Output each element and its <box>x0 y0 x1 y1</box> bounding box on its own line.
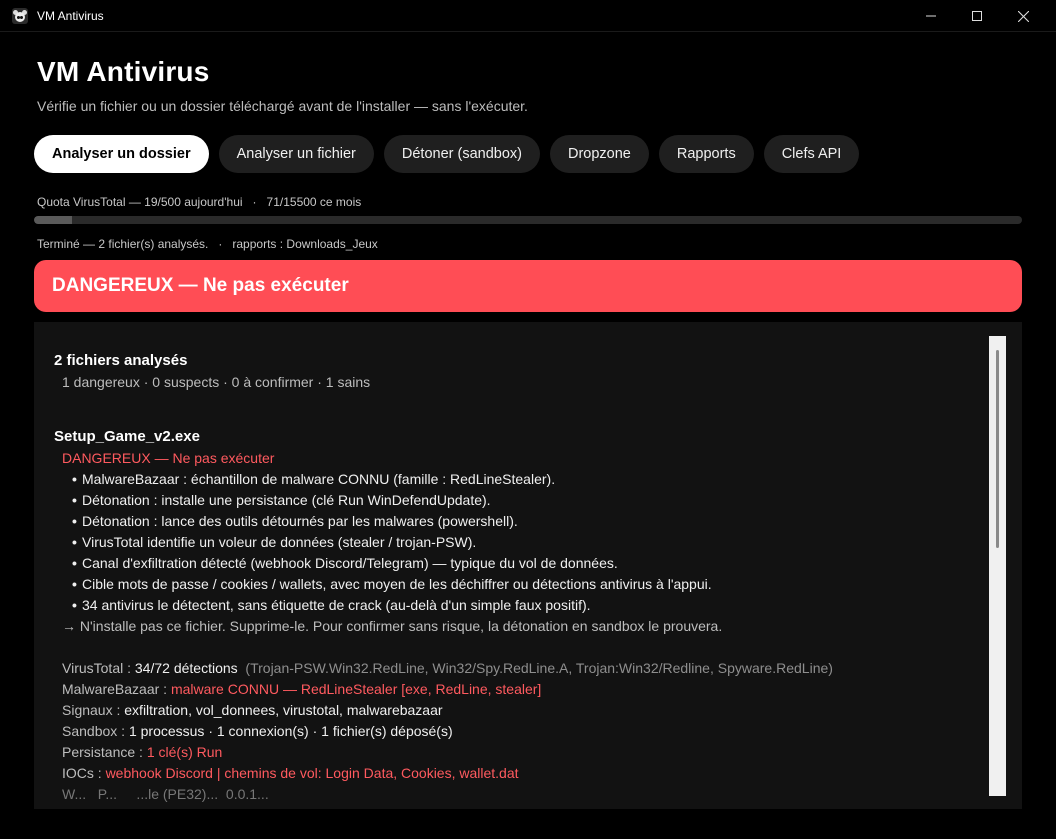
detail-persistence: Persistance : 1 clé(s) Run <box>62 744 223 760</box>
tab-analyze-folder[interactable]: Analyser un dossier <box>34 135 209 173</box>
list-item: • VirusTotal identifie un voleur de donné… <box>72 534 477 550</box>
tab-analyze-file[interactable]: Analyser un fichier <box>218 135 374 173</box>
results-panel: 2 fichiers analysés 1 dangereux · 0 susp… <box>34 322 1022 809</box>
maximize-icon <box>972 11 982 21</box>
quota-text: Quota VirusTotal — 19/500 aujourd'hui · … <box>37 195 362 209</box>
list-item: • Cible mots de passe / cookies / wallets… <box>72 576 712 592</box>
window-title: VM Antivirus <box>37 9 104 23</box>
tab-bar: Analyser un dossier Analyser un fichier … <box>34 135 860 173</box>
minimize-icon <box>926 15 936 17</box>
list-item: • Détonation : lance des outils détournés… <box>72 513 518 529</box>
minimize-button[interactable] <box>908 0 954 32</box>
detail-sandbox: Sandbox : 1 processus · 1 connexion(s) ·… <box>62 723 453 739</box>
tab-dropzone[interactable]: Dropzone <box>549 135 649 173</box>
verdict-banner: DANGEREUX — Ne pas exécuter <box>34 260 1022 312</box>
close-button[interactable] <box>1000 0 1046 32</box>
tab-reports[interactable]: Rapports <box>658 135 754 173</box>
results-scrollbar[interactable] <box>989 336 1006 796</box>
quota-progress-fill <box>34 216 72 224</box>
verdict-text: DANGEREUX — Ne pas exécuter <box>52 275 349 296</box>
advice-text: → N'installe pas ce fichier. Supprime-le… <box>62 618 723 634</box>
list-item: • MalwareBazaar : échantillon de malware … <box>72 471 556 487</box>
summary-counts: 1 dangereux · 0 suspects · 0 à confirmer… <box>62 374 371 390</box>
reason-list: • MalwareBazaar : échantillon de malware … <box>72 471 984 618</box>
tab-api-keys[interactable]: Clefs API <box>763 135 860 173</box>
summary-title: 2 fichiers analysés <box>54 352 188 369</box>
file-name: Setup_Game_v2.exe <box>54 428 200 445</box>
detail-cut-row: W... P... ...le (PE32)... 0.0.1... <box>62 786 269 802</box>
detail-malwarebazaar: MalwareBazaar : malware CONNU — RedLineS… <box>62 681 542 697</box>
list-item: • Canal d'exfiltration détecté (webhook D… <box>72 555 618 571</box>
detail-virustotal: VirusTotal : 34/72 détections (Trojan-PS… <box>62 660 833 676</box>
results-content: 2 fichiers analysés 1 dangereux · 0 susp… <box>54 352 984 807</box>
quota-progress-bar <box>34 216 1022 224</box>
page-subtitle: Vérifie un fichier ou un dossier télécha… <box>37 98 528 114</box>
file-verdict: DANGEREUX — Ne pas exécuter <box>62 450 275 466</box>
list-item: • 34 antivirus le détectent, sans étiquet… <box>72 597 591 613</box>
list-item: • Détonation : installe une persistance (… <box>72 492 491 508</box>
title-bar: VM Antivirus <box>0 0 1056 32</box>
detail-signals: Signaux : exfiltration, vol_donnees, vir… <box>62 702 443 718</box>
scrollbar-thumb[interactable] <box>996 350 999 548</box>
page-title: VM Antivirus <box>37 56 210 87</box>
panda-icon <box>12 8 28 24</box>
maximize-button[interactable] <box>954 0 1000 32</box>
details-block: VirusTotal : 34/72 détections (Trojan-PS… <box>62 660 984 807</box>
detail-iocs: IOCs : webhook Discord | chemins de vol:… <box>62 765 519 781</box>
status-line: Terminé — 2 fichier(s) analysés. · rappo… <box>37 237 378 251</box>
close-icon <box>1017 10 1029 22</box>
tab-detonate-sandbox[interactable]: Détoner (sandbox) <box>383 135 540 173</box>
